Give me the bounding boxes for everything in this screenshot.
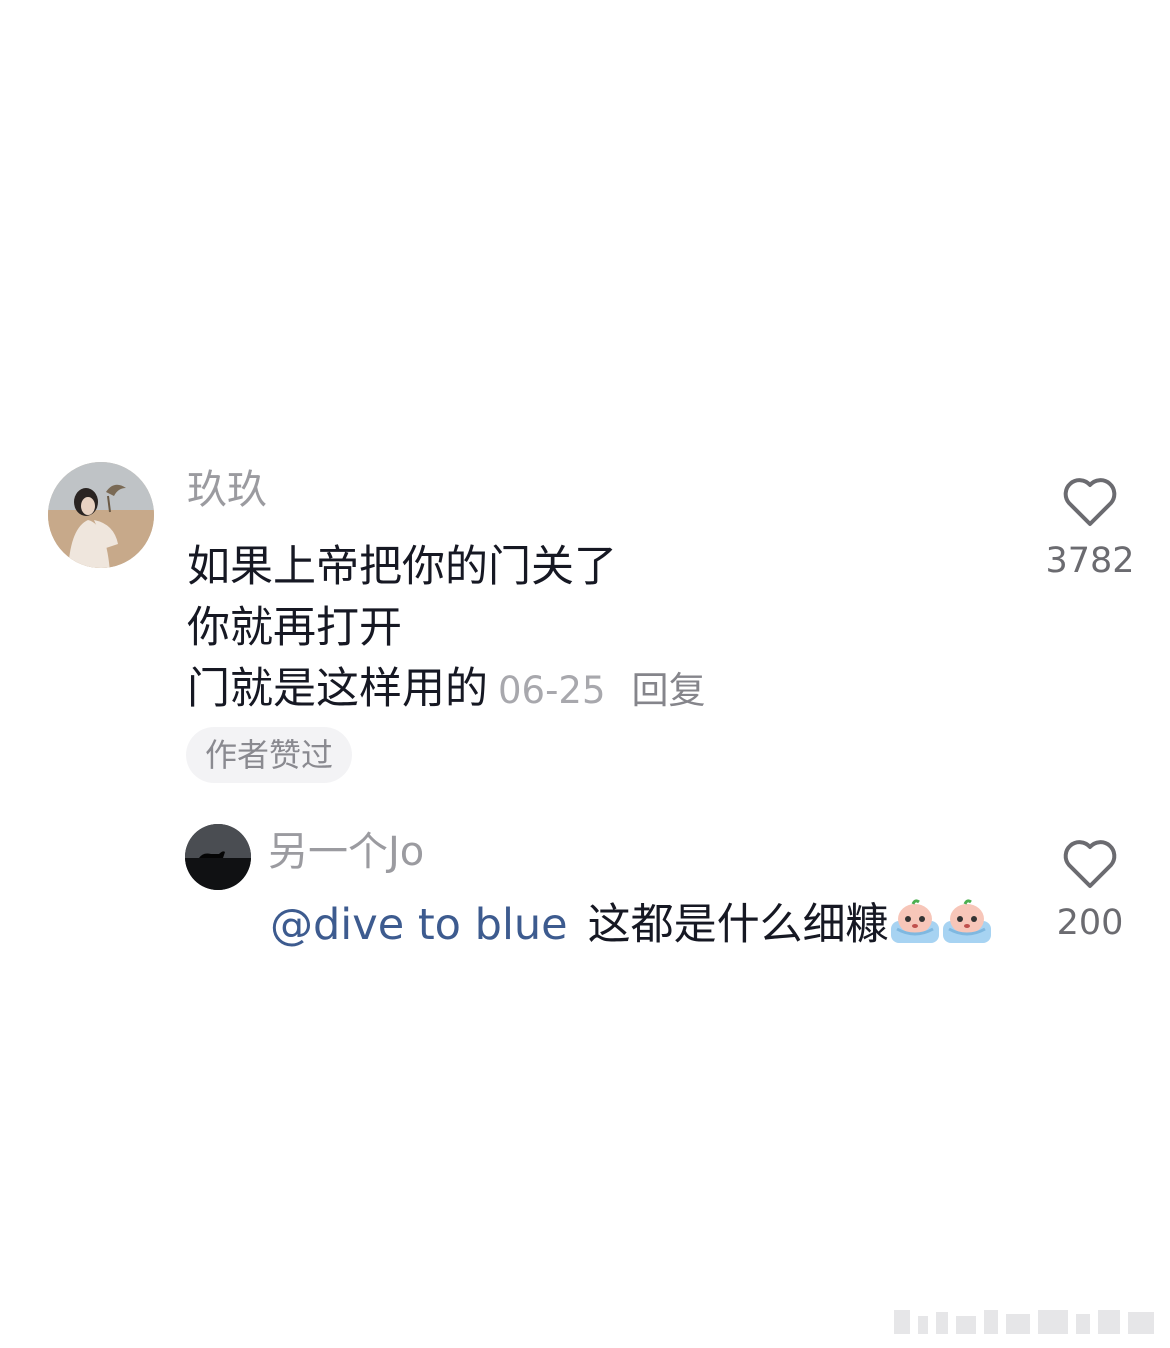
comment-line-text: 门就是这样用的 bbox=[187, 664, 488, 714]
commenter-username[interactable]: 玖玖 bbox=[187, 466, 267, 514]
reply-text: @dive to blue 这都是什么细糠 bbox=[270, 895, 993, 954]
reply-like-count: 200 bbox=[1056, 903, 1124, 943]
reply-text-body: 这都是什么细糠 bbox=[587, 900, 889, 950]
heart-outline-icon[interactable] bbox=[1060, 834, 1120, 894]
commenter-avatar[interactable] bbox=[48, 462, 154, 568]
author-liked-badge: 作者赞过 bbox=[186, 727, 352, 783]
crying-emoji-icon bbox=[889, 895, 941, 947]
comment-line-last: 门就是这样用的 06-25 回复 bbox=[187, 659, 706, 721]
watermark-logo bbox=[894, 1310, 1154, 1334]
comment-line: 你就再打开 bbox=[187, 603, 402, 653]
comment-text: 如果上帝把你的门关了 你就再打开 门就是这样用的 06-25 回复 bbox=[187, 537, 706, 721]
comment-like-button[interactable]: 3782 bbox=[1040, 472, 1140, 582]
reply-username[interactable]: 另一个Jo bbox=[268, 828, 424, 876]
mention-link[interactable]: @dive to blue bbox=[270, 900, 568, 950]
comment-line: 如果上帝把你的门关了 bbox=[187, 542, 617, 592]
reply-button[interactable]: 回复 bbox=[632, 669, 706, 712]
crying-emoji-icon bbox=[941, 895, 993, 947]
reply-like-button[interactable]: 200 bbox=[1040, 834, 1140, 944]
comment-like-count: 3782 bbox=[1045, 541, 1135, 581]
reply-avatar[interactable] bbox=[185, 824, 251, 890]
heart-outline-icon[interactable] bbox=[1060, 472, 1120, 532]
comment-time: 06-25 bbox=[498, 669, 606, 712]
